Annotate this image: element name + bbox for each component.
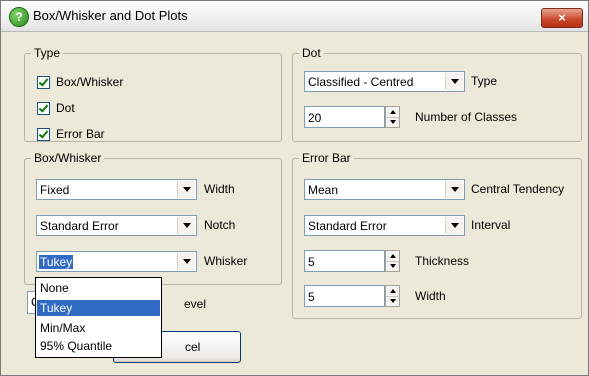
number-of-classes-label: Number of Classes bbox=[415, 110, 518, 124]
chevron-down-icon[interactable] bbox=[177, 181, 195, 198]
whisker-label: Whisker bbox=[204, 254, 248, 268]
notch-value: Standard Error bbox=[40, 219, 119, 233]
notch-select[interactable]: Standard Error bbox=[36, 215, 197, 236]
error-width-value: 5 bbox=[308, 290, 315, 304]
title-bar: ? Box/Whisker and Dot Plots × bbox=[1, 1, 588, 32]
error-width-spinner[interactable]: 5 bbox=[304, 285, 401, 307]
checkbox-error-bar[interactable] bbox=[37, 127, 50, 141]
number-of-classes-stepper[interactable] bbox=[385, 106, 400, 128]
spin-down-icon[interactable] bbox=[386, 261, 399, 271]
checkbox-dot[interactable] bbox=[37, 101, 50, 115]
checkbox-box-whisker[interactable] bbox=[37, 75, 50, 89]
interval-label: Interval bbox=[471, 218, 511, 232]
cancel-button-label: cel bbox=[185, 340, 201, 354]
error-width-label: Width bbox=[415, 289, 446, 303]
dot-group-legend: Dot bbox=[302, 46, 321, 60]
chevron-down-icon[interactable] bbox=[445, 217, 463, 234]
spin-down-icon[interactable] bbox=[386, 117, 399, 127]
whisker-select[interactable]: Tukey bbox=[36, 251, 197, 272]
interval-value: Standard Error bbox=[308, 219, 387, 233]
dot-type-value: Classified - Centred bbox=[308, 75, 414, 89]
box-width-value: Fixed bbox=[40, 183, 70, 197]
whisker-value: Tukey bbox=[39, 255, 74, 269]
box-width-label: Width bbox=[204, 182, 235, 196]
confidence-level-label: evel bbox=[184, 297, 207, 311]
chevron-down-icon[interactable] bbox=[445, 73, 463, 90]
thickness-input[interactable]: 5 bbox=[304, 250, 385, 272]
whisker-dropdown-list[interactable]: None Tukey Min/Max 95% Quantile bbox=[35, 277, 162, 358]
dropdown-option-95-quantile[interactable]: 95% Quantile bbox=[37, 338, 160, 354]
spin-down-icon[interactable] bbox=[386, 296, 399, 306]
dot-checkbox[interactable]: Dot bbox=[37, 101, 75, 115]
central-tendency-label: Central Tendency bbox=[471, 182, 565, 196]
dropdown-option-min-max[interactable]: Min/Max bbox=[37, 320, 160, 336]
error-bar-checkbox-label: Error Bar bbox=[56, 127, 105, 141]
dot-type-select[interactable]: Classified - Centred bbox=[304, 71, 465, 92]
number-of-classes-value: 20 bbox=[308, 111, 322, 125]
interval-select[interactable]: Standard Error bbox=[304, 215, 465, 236]
thickness-spinner[interactable]: 5 bbox=[304, 250, 401, 272]
dropdown-option-tukey[interactable]: Tukey bbox=[37, 300, 160, 316]
chevron-down-icon[interactable] bbox=[445, 181, 463, 198]
error-width-input[interactable]: 5 bbox=[304, 285, 385, 307]
thickness-stepper[interactable] bbox=[385, 250, 400, 272]
help-icon: ? bbox=[9, 7, 29, 27]
chevron-down-icon[interactable] bbox=[177, 217, 195, 234]
close-button[interactable]: × bbox=[541, 8, 583, 28]
dropdown-option-none[interactable]: None bbox=[37, 280, 160, 296]
box-width-select[interactable]: Fixed bbox=[36, 179, 197, 200]
central-tendency-select[interactable]: Mean bbox=[304, 179, 465, 200]
error-bar-group-legend: Error Bar bbox=[302, 151, 351, 165]
dot-checkbox-label: Dot bbox=[56, 101, 75, 115]
box-whisker-checkbox-label: Box/Whisker bbox=[56, 75, 124, 89]
box-whisker-checkbox[interactable]: Box/Whisker bbox=[37, 75, 123, 89]
window-title: Box/Whisker and Dot Plots bbox=[33, 8, 188, 23]
central-tendency-value: Mean bbox=[308, 183, 339, 197]
thickness-label: Thickness bbox=[415, 254, 470, 268]
box-whisker-group-legend: Box/Whisker bbox=[34, 151, 102, 165]
number-of-classes-spinner[interactable]: 20 bbox=[304, 106, 401, 128]
chevron-down-icon[interactable] bbox=[177, 253, 195, 270]
error-bar-checkbox[interactable]: Error Bar bbox=[37, 127, 105, 141]
thickness-value: 5 bbox=[308, 255, 315, 269]
error-width-stepper[interactable] bbox=[385, 285, 400, 307]
dialog-window: ? Box/Whisker and Dot Plots × Type Box/W… bbox=[0, 0, 589, 376]
type-group: Type Box/Whisker Dot Error Bar bbox=[24, 46, 282, 142]
type-group-legend: Type bbox=[34, 46, 61, 60]
notch-label: Notch bbox=[204, 218, 236, 232]
number-of-classes-input[interactable]: 20 bbox=[304, 106, 385, 128]
dot-type-label: Type bbox=[471, 74, 498, 88]
